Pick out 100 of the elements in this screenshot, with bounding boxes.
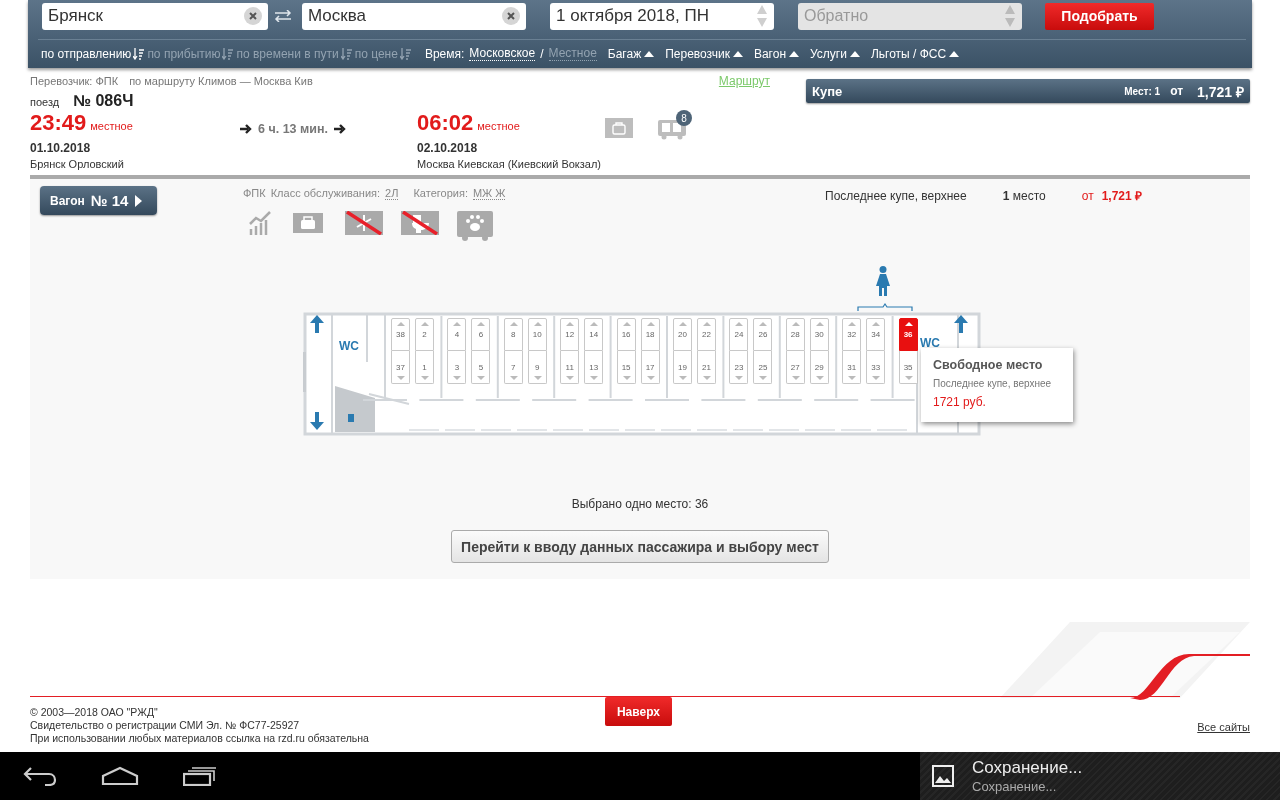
arrival-date: 02.10.2018 [417, 141, 479, 155]
wc-label: WC [920, 336, 940, 350]
price-prefix: от [1170, 84, 1184, 98]
to-field[interactable]: Москва [302, 2, 526, 30]
seat-button[interactable]: 14 [584, 318, 604, 351]
train-label: поезд [30, 96, 60, 108]
arrival-station: Москва Киевская (Киевский Вокзал) [417, 158, 602, 170]
service-class-value[interactable]: 2Л [385, 187, 399, 200]
carrier-text: Перевозчик: ФПК [30, 75, 119, 87]
seat-button[interactable]: 4 [447, 318, 467, 351]
seat-button[interactable]: 11 [560, 351, 580, 384]
seat-button[interactable]: 26 [753, 318, 773, 351]
seat-button[interactable]: 1 [415, 351, 434, 384]
swap-icon[interactable] [274, 10, 292, 22]
seat-button[interactable]: 34 [866, 318, 886, 351]
down-arrow-icon [310, 412, 324, 430]
filter-dropdown[interactable]: Багаж [607, 46, 655, 61]
price-text: 1,721 ₽ [1101, 188, 1142, 204]
seat-button[interactable]: 37 [391, 351, 410, 384]
seat-button[interactable]: 32 [842, 318, 862, 351]
price-prefix: от [1081, 189, 1094, 203]
arrow-icon [333, 124, 346, 134]
departure-time: 23:49 [30, 110, 87, 136]
sort-icon [340, 47, 352, 60]
footer-text: © 2003—2018 ОАО "РЖД" [30, 706, 159, 719]
up-arrow-icon [954, 315, 968, 333]
seat-button[interactable]: 6 [471, 318, 491, 351]
home-icon[interactable] [101, 766, 139, 786]
separator: / [540, 46, 544, 61]
clear-icon[interactable] [244, 7, 262, 25]
filter-dropdown[interactable]: Вагон [753, 46, 799, 61]
wc-label: WC [339, 339, 359, 353]
class-bar[interactable]: Купе Мест: 1 от 1,721 ₽ [806, 79, 1250, 103]
filter-dropdown[interactable]: Льготы / ФСС [870, 46, 960, 61]
bracket-line [857, 302, 913, 312]
woman-icon [875, 266, 891, 296]
caret-icon [849, 50, 860, 57]
seat-button[interactable]: 38 [391, 318, 410, 351]
tooltip-price: 1721 руб. [933, 395, 987, 409]
seat-button[interactable]: 33 [866, 351, 886, 384]
price-text: 1,721 ₽ [1197, 82, 1244, 101]
caret-icon [134, 194, 143, 207]
notification-text: Сохранение... [972, 779, 1058, 794]
image-icon [932, 765, 954, 787]
date-value: 1 октября 2018, ПН [556, 6, 709, 26]
from-value: Брянск [48, 6, 103, 26]
back-icon[interactable] [23, 766, 57, 786]
seat-button[interactable]: 20 [673, 318, 692, 351]
seat-count: 1 место [1002, 189, 1046, 203]
departure-station: Брянск Орловский [30, 158, 124, 170]
to-top-button[interactable]: Наверх [605, 697, 672, 726]
notification[interactable]: Сохранение... Сохранение... [920, 752, 1280, 800]
seat-button[interactable]: 5 [471, 351, 491, 384]
filter-dropdown[interactable]: Перевозчик [665, 46, 743, 61]
up-arrow-icon [310, 315, 324, 333]
continue-button[interactable]: Перейти к вводу данных пассажира и выбору мест [451, 530, 829, 563]
time-option[interactable]: Московское [469, 46, 536, 61]
tooltip-description: Последнее купе, верхнее [933, 378, 1053, 389]
sort-icon [399, 47, 411, 60]
seat-button[interactable]: 22 [697, 318, 716, 351]
to-value: Москва [308, 6, 367, 26]
car-button[interactable]: Вагон № 14 [40, 186, 157, 215]
seat-button[interactable]: 13 [584, 351, 604, 384]
carrier-text: ФПК [243, 187, 266, 199]
category-label: Категория: [413, 187, 468, 199]
clear-icon[interactable] [502, 7, 520, 25]
seat-button[interactable]: 23 [729, 351, 749, 384]
from-field[interactable]: Брянск [42, 2, 268, 30]
selection-text: Выбрано одно место: 36 [570, 497, 710, 511]
date-field[interactable]: 1 октября 2018, ПН [550, 2, 774, 30]
count-badge: 8 [676, 110, 693, 126]
seat-button[interactable]: 2 [415, 318, 434, 351]
sort-link[interactable]: по отправлению [41, 46, 132, 61]
arrow-icon [240, 124, 252, 134]
seat-button[interactable]: 12 [560, 318, 580, 351]
recent-apps-icon[interactable] [183, 766, 217, 786]
time-label: Время: [424, 46, 465, 61]
sort-icon [133, 47, 145, 60]
sort-icon [222, 47, 234, 60]
caret-icon [644, 50, 655, 57]
duration-text: 6 ч. 13 мин. [258, 122, 328, 136]
search-button[interactable]: Подобрать [1045, 2, 1154, 30]
filter-dropdown[interactable]: Услуги [810, 46, 860, 61]
caret-icon [949, 50, 960, 57]
seat-button[interactable]: 3 [447, 351, 467, 384]
seat-button[interactable]: 25 [753, 351, 773, 384]
footer-text: При использовании любых материалов ссылка на rzd.ru обязательна [30, 732, 370, 745]
seat-button[interactable]: 31 [842, 351, 862, 384]
seat-button[interactable]: 19 [673, 351, 692, 384]
train-number: № 086Ч [73, 92, 134, 110]
all-sites-link[interactable]: Все сайты [1197, 721, 1250, 733]
category-value[interactable]: МЖ Ж [472, 187, 506, 200]
caret-icon [732, 50, 743, 57]
class-name: Купе [812, 83, 843, 99]
seat-button[interactable]: 21 [697, 351, 716, 384]
departure-date: 01.10.2018 [30, 141, 92, 155]
seat-button[interactable]: 24 [729, 318, 749, 351]
seat-summary: Последнее купе, верхнее [825, 189, 967, 203]
caret-icon [789, 50, 799, 57]
arrival-time: 06:02 [417, 110, 474, 136]
